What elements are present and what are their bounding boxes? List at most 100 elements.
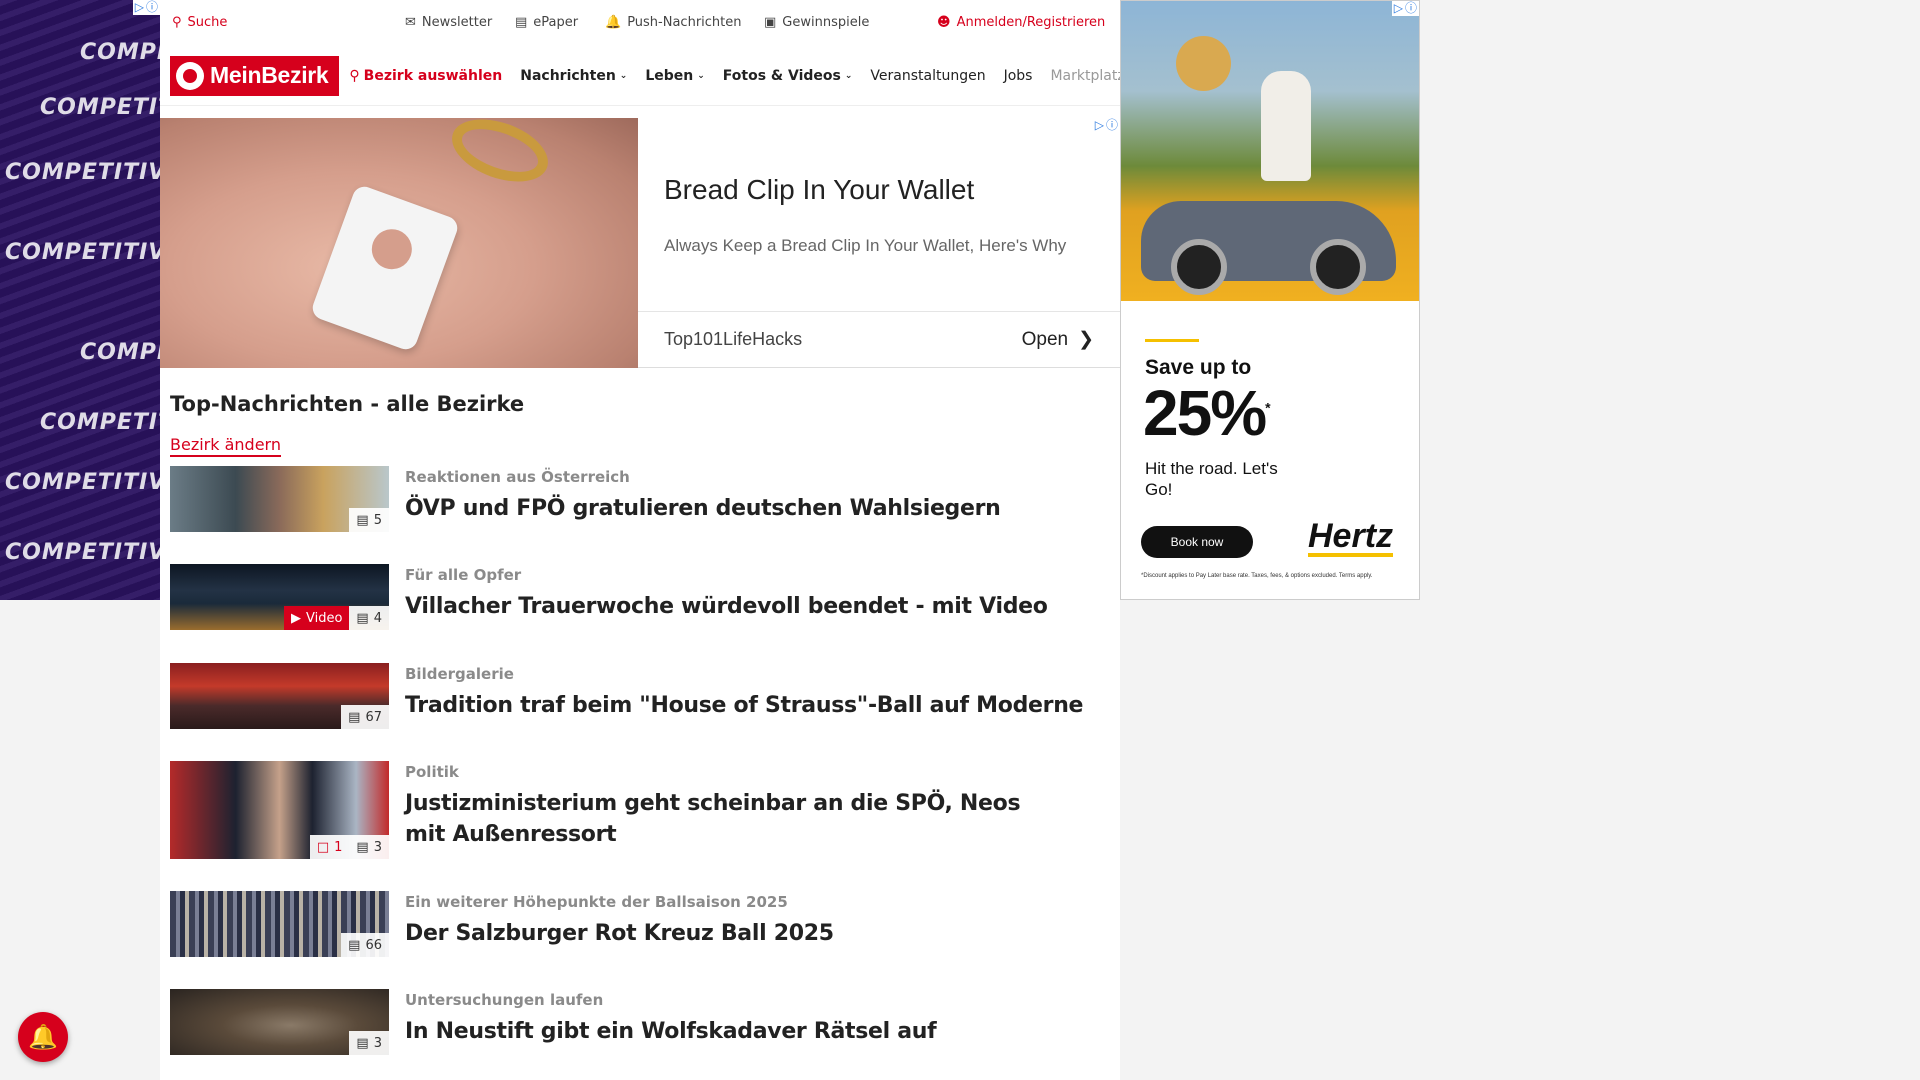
nav-fotos-videos[interactable]: Fotos & Videos ⌄ (723, 68, 853, 84)
mail-icon: ✉ (405, 15, 416, 30)
video-badge: ▶ Video (283, 606, 350, 630)
article-kicker: Ein weiterer Höhepunkte der Ballsaison 2… (405, 893, 788, 911)
article-item[interactable]: ▶ Video ▤ 4 Für alle Opfer Villacher Tra… (170, 564, 1110, 630)
article-headline[interactable]: Justizministerium geht scheinbar an die … (405, 788, 1045, 850)
nav-jobs[interactable]: Jobs (1004, 68, 1033, 84)
article-headline[interactable]: ÖVP und FPÖ gratulieren deutschen Wahlsi… (405, 493, 1001, 524)
gallery-icon: ▤ (356, 512, 369, 528)
utility-bar: ⚲ Suche ✉ Newsletter ▤ ePaper 🔔 Push-Nac… (160, 0, 1120, 46)
image-count-badge: ▤ 67 (341, 705, 389, 729)
gallery-icon: ▤ (356, 610, 369, 626)
logo-icon (176, 61, 204, 90)
main-column: ⚲ Suche ✉ Newsletter ▤ ePaper 🔔 Push-Nac… (160, 0, 1120, 1080)
article-kicker: Bildergalerie (405, 665, 514, 683)
ad-text: COMPETITIVE PRICING (80, 40, 160, 65)
article-item[interactable]: ▤ 3 Untersuchungen laufen In Neustift gi… (170, 989, 1110, 1055)
adchoices-icon[interactable]: ▷ ⓘ (132, 0, 160, 15)
bezirk-select-button[interactable]: ⚲ Bezirk auswählen (349, 68, 502, 84)
hertz-disclaimer: *Discount applies to Pay Later base rate… (1141, 573, 1373, 579)
article-thumbnail[interactable]: ▤ 67 (170, 663, 389, 729)
native-ad-title[interactable]: Bread Clip In Your Wallet (664, 174, 974, 206)
left-skin-ad[interactable]: COMPETITIVE PRICING COMPETITIVE PRICING … (0, 0, 160, 600)
hertz-display-ad[interactable]: ▷ ⓘ Save up to 25%* Hit the road. Let's G… (1120, 0, 1420, 600)
article-item[interactable]: □ 1 ▤ 3 Politik Justizministerium geht s… (170, 761, 1110, 859)
open-button[interactable]: Open ❯ (1022, 328, 1094, 351)
chevron-right-icon: ❯ (1078, 329, 1094, 350)
gallery-icon: ▤ (356, 1035, 369, 1051)
chevron-down-icon: ⌄ (844, 70, 853, 81)
nav-leben[interactable]: Leben ⌄ (645, 68, 704, 84)
nav-veranstaltungen[interactable]: Veranstaltungen (870, 68, 985, 84)
bread-clip-graphic (309, 183, 461, 353)
native-ad-description: Always Keep a Bread Clip In Your Wallet,… (664, 236, 1067, 255)
ad-text: COMPETITIVE PRICING (40, 95, 160, 120)
gift-icon: ▣ (764, 15, 777, 30)
gewinnspiele-link[interactable]: ▣ Gewinnspiele (764, 15, 869, 30)
chevron-down-icon: ⌄ (697, 70, 705, 81)
bell-icon: 🔔 (28, 1023, 58, 1051)
car-graphic (1141, 201, 1396, 295)
image-count-badge: ▤ 66 (341, 933, 389, 957)
accent-divider (1145, 339, 1199, 342)
native-ad[interactable]: ▷ ⓘ Bread Clip In Your Wallet Always Keep… (160, 118, 1120, 368)
search-icon: ⚲ (172, 15, 182, 30)
article-item[interactable]: ▤ 66 Ein weiterer Höhepunkte der Ballsai… (170, 891, 1110, 957)
push-link[interactable]: 🔔 Push-Nachrichten (605, 15, 742, 30)
article-thumbnail[interactable]: ▤ 3 (170, 989, 389, 1055)
ad-text: COMPETITIVE PRICING (80, 340, 160, 365)
hertz-subtext: Hit the road. Let's Go! (1145, 459, 1278, 499)
native-ad-image[interactable] (160, 118, 638, 368)
section-title: Top-Nachrichten - alle Bezirke (170, 392, 525, 416)
image-count-badge: ▤ 4 (349, 606, 389, 630)
newsletter-link[interactable]: ✉ Newsletter (405, 15, 492, 30)
play-icon: ▶ (290, 610, 301, 626)
nav-nachrichten[interactable]: Nachrichten ⌄ (520, 68, 627, 84)
adchoices-icon[interactable]: ▷ ⓘ (1391, 1, 1419, 16)
location-pin-icon: ⚲ (349, 67, 360, 84)
hertz-percent: 25%* (1143, 377, 1271, 449)
article-headline[interactable]: In Neustift gibt ein Wolfskadaver Rätsel… (405, 1016, 937, 1047)
article-thumbnail[interactable]: ▤ 5 (170, 466, 389, 532)
main-nav: MeinBezirk ⚲ Bezirk auswählen Nachrichte… (160, 46, 1120, 106)
chevron-down-icon: ⌄ (619, 70, 628, 81)
article-thumbnail[interactable]: ▤ 66 (170, 891, 389, 957)
image-count-badge: ▤ 5 (349, 508, 389, 532)
gallery-icon: ▤ (356, 839, 369, 855)
article-headline[interactable]: Der Salzburger Rot Kreuz Ball 2025 (405, 918, 834, 949)
article-item[interactable]: ▤ 67 Bildergalerie Tradition traf beim "… (170, 663, 1110, 729)
article-headline[interactable]: Tradition traf beim "House of Strauss"-B… (405, 690, 1083, 721)
article-kicker: Reaktionen aus Österreich (405, 468, 630, 486)
book-now-button[interactable]: Book now (1141, 526, 1253, 558)
woman-graphic (1261, 71, 1311, 181)
article-thumbnail[interactable]: □ 1 ▤ 3 (170, 761, 389, 859)
bezirk-change-link[interactable]: Bezirk ändern (170, 435, 281, 457)
search-link[interactable]: ⚲ Suche (172, 15, 227, 30)
bell-icon: 🔔 (605, 15, 622, 30)
hat-graphic (1176, 36, 1231, 91)
article-headline[interactable]: Villacher Trauerwoche würdevoll beendet … (405, 591, 1048, 622)
nav-marktplatz[interactable]: Marktplatz (1050, 68, 1120, 84)
gallery-icon: ▤ (348, 709, 361, 725)
hertz-ad-image (1121, 1, 1419, 301)
ad-text: COMPETITIVE PRICING (40, 410, 160, 435)
comment-icon: □ (316, 839, 330, 855)
native-ad-source: Top101LifeHacks (664, 329, 803, 349)
epaper-link[interactable]: ▤ ePaper (515, 15, 578, 30)
ad-text: COMPETITIVE PRICING (5, 240, 160, 265)
image-count-badge: ▤ 3 (349, 835, 389, 859)
article-item[interactable]: ▤ 5 Reaktionen aus Österreich ÖVP und FP… (170, 466, 1110, 532)
native-ad-body: ▷ ⓘ Bread Clip In Your Wallet Always Keep… (638, 118, 1120, 367)
newspaper-icon: ▤ (515, 15, 528, 30)
login-link[interactable]: ☻ Anmelden/Registrieren (937, 15, 1105, 30)
adchoices-icon[interactable]: ▷ ⓘ (1092, 118, 1120, 133)
gallery-icon: ▤ (348, 937, 361, 953)
article-thumbnail[interactable]: ▶ Video ▤ 4 (170, 564, 389, 630)
notification-bell-button[interactable]: 🔔 (18, 1012, 68, 1062)
meinbezirk-logo[interactable]: MeinBezirk (170, 55, 340, 96)
comment-count-badge: □ 1 (309, 835, 350, 859)
image-count-badge: ▤ 3 (349, 1031, 389, 1055)
ad-text: COMPETITIVE PRICING (5, 540, 160, 565)
user-icon: ☻ (937, 15, 951, 30)
ring-graphic (443, 118, 557, 194)
ad-text: COMPETITIVE PRICING (5, 470, 160, 495)
